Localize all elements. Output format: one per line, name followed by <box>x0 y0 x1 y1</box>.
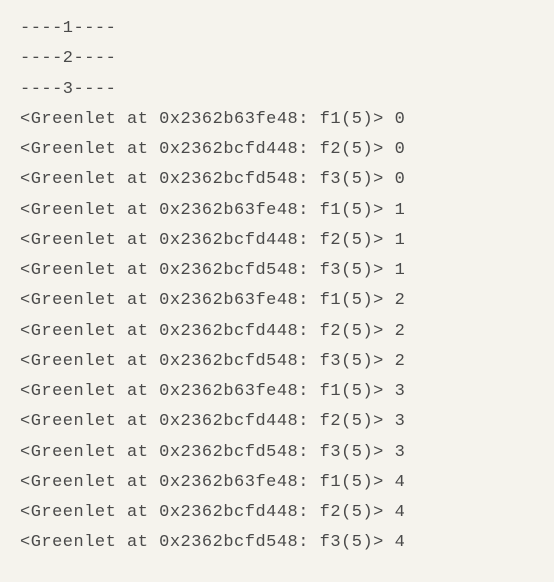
greenlet-line: <Greenlet at 0x2362bcfd548: f3(5)> 1 <box>20 256 534 286</box>
fn: f3 <box>320 261 341 280</box>
addr: 0x2362bcfd448 <box>159 231 298 250</box>
fn: f3 <box>320 443 341 462</box>
greenlet-line: <Greenlet at 0x2362bcfd548: f3(5)> 2 <box>20 347 534 377</box>
iter: 2 <box>395 291 406 310</box>
arg: 5 <box>352 473 363 492</box>
iter: 1 <box>395 201 406 220</box>
iter: 0 <box>395 170 406 189</box>
arg: 5 <box>352 110 363 129</box>
fn: f3 <box>320 170 341 189</box>
arg: 5 <box>352 231 363 250</box>
iter: 4 <box>395 473 406 492</box>
greenlet-line: <Greenlet at 0x2362b63fe48: f1(5)> 2 <box>20 286 534 316</box>
greenlet-line: <Greenlet at 0x2362b63fe48: f1(5)> 0 <box>20 105 534 135</box>
fn: f2 <box>320 231 341 250</box>
fn: f2 <box>320 412 341 431</box>
greenlet-line: <Greenlet at 0x2362bcfd448: f2(5)> 3 <box>20 407 534 437</box>
fn: f2 <box>320 322 341 341</box>
arg: 5 <box>352 261 363 280</box>
greenlet-line: <Greenlet at 0x2362bcfd548: f3(5)> 0 <box>20 165 534 195</box>
greenlet-line: <Greenlet at 0x2362bcfd448: f2(5)> 1 <box>20 226 534 256</box>
arg: 5 <box>352 201 363 220</box>
arg: 5 <box>352 291 363 310</box>
arg: 5 <box>352 443 363 462</box>
header-line: ----2---- <box>20 44 534 74</box>
greenlet-line: <Greenlet at 0x2362bcfd448: f2(5)> 0 <box>20 135 534 165</box>
addr: 0x2362bcfd448 <box>159 140 298 159</box>
iter: 3 <box>395 382 406 401</box>
arg: 5 <box>352 382 363 401</box>
greenlet-line: <Greenlet at 0x2362bcfd448: f2(5)> 2 <box>20 317 534 347</box>
fn: f1 <box>320 201 341 220</box>
fn: f1 <box>320 110 341 129</box>
arg: 5 <box>352 170 363 189</box>
iter: 0 <box>395 110 406 129</box>
addr: 0x2362b63fe48 <box>159 382 298 401</box>
arg: 5 <box>352 352 363 371</box>
iter: 1 <box>395 261 406 280</box>
console-output: ----1---- ----2---- ----3---- <Greenlet … <box>20 14 534 559</box>
iter: 2 <box>395 352 406 371</box>
addr: 0x2362bcfd548 <box>159 352 298 371</box>
greenlet-line: <Greenlet at 0x2362b63fe48: f1(5)> 3 <box>20 377 534 407</box>
addr: 0x2362bcfd448 <box>159 322 298 341</box>
addr: 0x2362bcfd548 <box>159 533 298 552</box>
iter: 2 <box>395 322 406 341</box>
greenlet-line: <Greenlet at 0x2362b63fe48: f1(5)> 4 <box>20 468 534 498</box>
greenlet-line: <Greenlet at 0x2362bcfd448: f2(5)> 4 <box>20 498 534 528</box>
addr: 0x2362bcfd548 <box>159 170 298 189</box>
addr: 0x2362b63fe48 <box>159 201 298 220</box>
iter: 4 <box>395 533 406 552</box>
arg: 5 <box>352 533 363 552</box>
fn: f1 <box>320 382 341 401</box>
greenlet-line: <Greenlet at 0x2362b63fe48: f1(5)> 1 <box>20 196 534 226</box>
addr: 0x2362b63fe48 <box>159 291 298 310</box>
greenlet-line: <Greenlet at 0x2362bcfd548: f3(5)> 3 <box>20 438 534 468</box>
fn: f2 <box>320 503 341 522</box>
addr: 0x2362bcfd448 <box>159 412 298 431</box>
arg: 5 <box>352 322 363 341</box>
addr: 0x2362bcfd548 <box>159 261 298 280</box>
iter: 3 <box>395 412 406 431</box>
addr: 0x2362b63fe48 <box>159 473 298 492</box>
iter: 0 <box>395 140 406 159</box>
iter: 4 <box>395 503 406 522</box>
greenlet-line: <Greenlet at 0x2362bcfd548: f3(5)> 4 <box>20 528 534 558</box>
iter: 1 <box>395 231 406 250</box>
fn: f1 <box>320 291 341 310</box>
fn: f2 <box>320 140 341 159</box>
iter: 3 <box>395 443 406 462</box>
addr: 0x2362bcfd548 <box>159 443 298 462</box>
addr: 0x2362bcfd448 <box>159 503 298 522</box>
addr: 0x2362b63fe48 <box>159 110 298 129</box>
fn: f3 <box>320 533 341 552</box>
fn: f1 <box>320 473 341 492</box>
fn: f3 <box>320 352 341 371</box>
header-line: ----1---- <box>20 14 534 44</box>
header-line: ----3---- <box>20 75 534 105</box>
arg: 5 <box>352 412 363 431</box>
arg: 5 <box>352 503 363 522</box>
arg: 5 <box>352 140 363 159</box>
